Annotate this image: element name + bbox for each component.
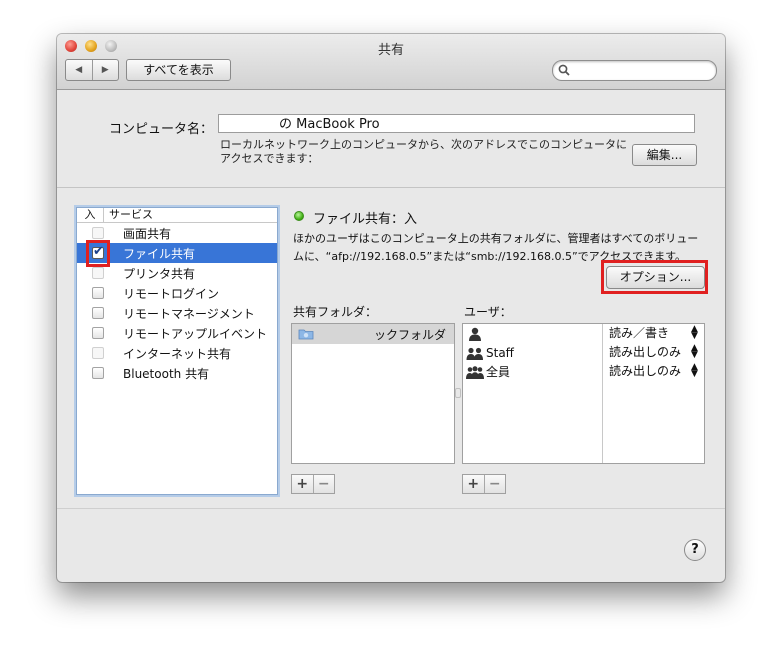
folders-add-remove: + − xyxy=(291,474,335,494)
service-checkbox[interactable] xyxy=(92,307,104,319)
service-checkbox[interactable] xyxy=(92,347,104,359)
service-label: インターネット共有 xyxy=(123,346,232,361)
service-checkbox[interactable] xyxy=(92,267,104,279)
computer-name-label: コンピュータ名： xyxy=(109,122,214,137)
computer-name-field[interactable]: の MacBook Pro xyxy=(218,114,695,133)
remove-user-button[interactable]: − xyxy=(483,475,506,493)
service-label: リモートログイン xyxy=(123,286,220,301)
user-row-everyone[interactable]: 全員 読み出しのみ ▲ ▼ xyxy=(463,362,704,381)
service-label: リモートマネージメント xyxy=(123,306,255,321)
computer-address-text: ローカルネットワーク上のコンピュータから、次のアドレスでこのコンピュータにアクセ… xyxy=(220,138,627,165)
sharing-window: 共有 ◀ ▶ すべてを表示 コンピュータ名： の MacBook Pro ローカ… xyxy=(57,34,725,582)
header-service[interactable]: サービス xyxy=(104,208,153,222)
show-all-button[interactable]: すべてを表示 xyxy=(126,59,231,81)
service-label: ファイル共有 xyxy=(123,246,196,261)
permission-popup[interactable]: 読み出しのみ xyxy=(609,362,681,381)
popup-arrows-icon: ▲ ▼ xyxy=(691,343,698,360)
shared-folders-list: ックフォルダ xyxy=(291,323,455,464)
users-add-remove: + − xyxy=(462,474,506,494)
group-icon xyxy=(466,347,483,360)
search-field[interactable] xyxy=(552,60,717,81)
service-item-bluetooth-sharing[interactable]: Bluetooth 共有 xyxy=(77,363,277,383)
nav-buttons: ◀ ▶ xyxy=(65,59,119,81)
service-label: Bluetooth 共有 xyxy=(123,366,210,381)
services-header: 入 サービス xyxy=(77,208,277,223)
search-icon xyxy=(558,64,570,76)
service-checkbox[interactable] xyxy=(92,227,104,239)
forward-button[interactable]: ▶ xyxy=(91,60,119,80)
status-indicator-icon xyxy=(294,211,304,221)
permission-popup[interactable]: 読み／書き xyxy=(609,324,669,343)
folder-name: ックフォルダ xyxy=(374,327,447,342)
bottom-separator xyxy=(57,508,725,509)
service-label: リモートアップルイベント xyxy=(123,326,268,341)
shared-folders-label: 共有フォルダ： xyxy=(293,305,378,319)
service-checkbox[interactable] xyxy=(92,367,104,379)
service-item-remote-management[interactable]: リモートマネージメント xyxy=(77,303,277,323)
users-list: 読み／書き ▲ ▼ Staff 読み出しのみ ▲ ▼ 全員 読み出しのみ ▲ ▼ xyxy=(462,323,705,464)
back-button[interactable]: ◀ xyxy=(66,60,92,80)
user-row-staff[interactable]: Staff 読み出しのみ ▲ ▼ xyxy=(463,343,704,362)
help-button[interactable]: ? xyxy=(684,539,706,561)
edit-button[interactable]: 編集... xyxy=(632,144,697,166)
remove-folder-button[interactable]: − xyxy=(312,475,335,493)
window-title: 共有 xyxy=(377,43,404,58)
header-on[interactable]: 入 xyxy=(77,208,104,222)
group-icon xyxy=(466,365,484,379)
checkbox-highlight xyxy=(86,240,110,267)
service-item-internet-sharing[interactable]: インターネット共有 xyxy=(77,343,277,363)
service-checkbox[interactable] xyxy=(92,327,104,339)
user-row-owner[interactable]: 読み／書き ▲ ▼ xyxy=(463,324,704,343)
service-label: 画面共有 xyxy=(123,226,172,241)
add-folder-button[interactable]: + xyxy=(292,475,313,493)
shared-folder-item[interactable]: ックフォルダ xyxy=(292,324,454,344)
person-icon xyxy=(469,327,481,341)
popup-arrows-icon: ▲ ▼ xyxy=(691,362,698,379)
popup-arrows-icon: ▲ ▼ xyxy=(691,324,698,341)
file-sharing-status: ファイル共有：入 xyxy=(313,212,418,227)
users-label: ユーザ： xyxy=(464,305,512,319)
split-resize-handle[interactable] xyxy=(455,388,461,398)
add-user-button[interactable]: + xyxy=(463,475,484,493)
titlebar: 共有 ◀ ▶ すべてを表示 xyxy=(57,34,725,90)
user-name: Staff xyxy=(486,345,514,360)
service-item-remote-login[interactable]: リモートログイン xyxy=(77,283,277,303)
service-checkbox[interactable] xyxy=(92,287,104,299)
folder-icon xyxy=(298,329,314,340)
service-item-remote-apple-events[interactable]: リモートアップルイベント xyxy=(77,323,277,343)
service-label: プリンタ共有 xyxy=(123,266,196,281)
options-highlight xyxy=(601,260,708,294)
user-name: 全員 xyxy=(486,365,511,379)
permission-popup[interactable]: 読み出しのみ xyxy=(609,343,681,362)
